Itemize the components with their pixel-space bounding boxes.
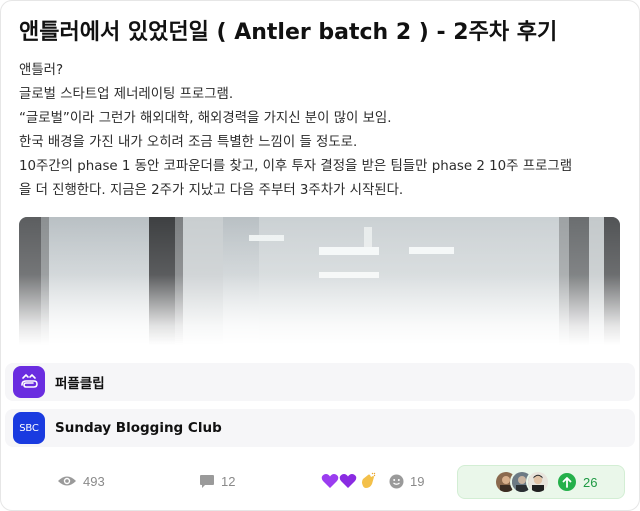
paperclip-icon	[13, 366, 45, 398]
reaction-emojis	[321, 472, 383, 490]
sbc-logo: SBC	[13, 412, 45, 444]
community-name: Sunday Blogging Club	[55, 420, 222, 436]
post-title[interactable]: 앤틀러에서 있었던일 ( Antler batch 2 ) - 2주차 후기	[19, 17, 623, 49]
avatar	[526, 470, 550, 494]
excerpt-line: 10주간의 phase 1 동안 코파운더를 찾고, 이후 투자 결정을 받은 …	[19, 159, 573, 174]
post-footer: 493 12 19 26	[1, 463, 639, 499]
purple-heart-icon	[321, 474, 339, 488]
views-stat: 493	[57, 463, 105, 499]
post-thumbnail[interactable]	[19, 217, 620, 345]
views-count: 493	[83, 473, 105, 489]
excerpt-line: 한국 배경을 가진 내가 오히려 조금 특별한 느낌이 들 정도로.	[19, 135, 358, 150]
excerpt-line: 을 더 진행한다. 지금은 2주가 지났고 다음 주부터 3주차가 시작된다.	[19, 183, 404, 198]
excerpt-line: 글로벌 스타트업 제너레이팅 프로그램.	[19, 87, 234, 102]
reactions-count: 19	[410, 473, 425, 489]
upvote-count: 26	[583, 474, 598, 490]
post-excerpt: 앤틀러? 글로벌 스타트업 제너레이팅 프로그램. “글로벌”이라 그런가 해외…	[19, 59, 623, 203]
excerpt-line: 앤틀러?	[19, 63, 64, 78]
reactions-stat[interactable]: 19	[321, 463, 424, 499]
post-card[interactable]: 앤틀러에서 있었던일 ( Antler batch 2 ) - 2주차 후기 앤…	[0, 0, 640, 511]
clapping-hands-icon	[362, 472, 376, 488]
arrow-up-icon	[558, 473, 576, 491]
community-name: 퍼플클립	[55, 376, 105, 392]
upvote-button[interactable]: 26	[457, 465, 625, 499]
smile-icon	[389, 474, 404, 488]
upvoter-avatars	[494, 470, 550, 494]
comments-count: 12	[221, 473, 236, 489]
excerpt-line: “글로벌”이라 그런가 해외대학, 해외경력을 가지신 분이 많이 보임.	[19, 111, 392, 126]
thumbnail-fade	[19, 217, 620, 345]
community-tag-purpleclip[interactable]: 퍼플클립	[5, 363, 635, 401]
community-tag-sunday-blogging-club[interactable]: SBC Sunday Blogging Club	[5, 409, 635, 447]
comment-icon	[200, 474, 214, 488]
eye-icon	[58, 476, 76, 486]
purple-heart-icon	[339, 474, 357, 488]
comments-stat[interactable]: 12	[199, 463, 235, 499]
